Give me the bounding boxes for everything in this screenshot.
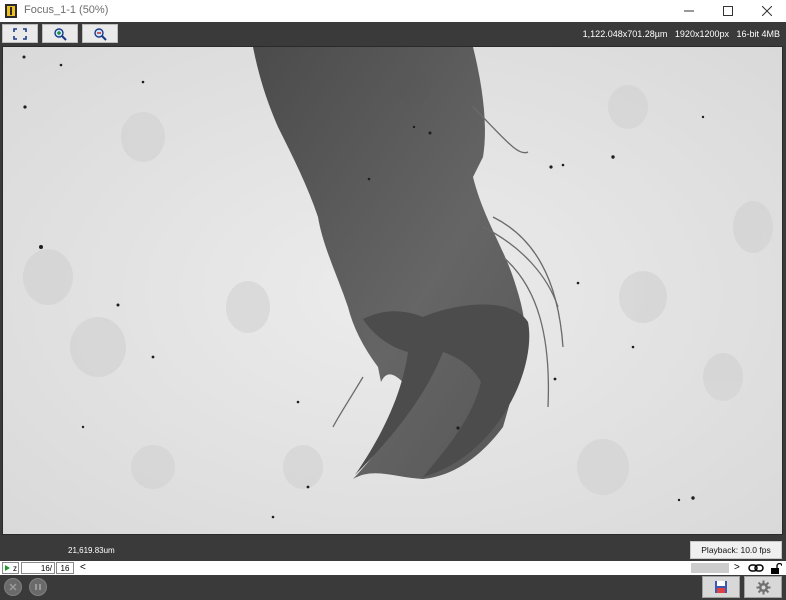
pause-icon: [35, 584, 41, 590]
fit-to-window-button[interactable]: [2, 24, 38, 43]
maximize-button[interactable]: [711, 0, 745, 22]
status-bar: 21,619.83um: [0, 536, 786, 562]
stop-button[interactable]: [4, 578, 22, 596]
app-icon: [5, 4, 17, 18]
title-bar: Focus_1-1 (50%): [0, 0, 786, 23]
link-button[interactable]: [747, 562, 765, 574]
settings-button[interactable]: [744, 576, 782, 598]
minimize-icon: [684, 10, 694, 12]
z-label: z: [13, 563, 17, 573]
unlock-icon: [770, 562, 782, 574]
z-play-button[interactable]: z: [2, 562, 19, 574]
settings-icon: [756, 580, 770, 594]
zoom-out-button[interactable]: [82, 24, 118, 43]
z-slider-left-arrow[interactable]: <: [80, 562, 86, 574]
image-info: 1,122.048x701.28µm 1920x1200px 16-bit 4M…: [582, 29, 780, 39]
scale-readout: 21,619.83um: [68, 546, 115, 555]
zoom-in-button[interactable]: [42, 24, 78, 43]
pause-button[interactable]: [29, 578, 47, 596]
minimize-button[interactable]: [672, 0, 706, 22]
playback-button[interactable]: Playback: 10.0 fps: [690, 541, 782, 559]
window-title: Focus_1-1 (50%): [24, 4, 109, 16]
close-circle-icon: [9, 583, 17, 591]
close-icon: [762, 6, 772, 16]
z-slider-right-arrow[interactable]: >: [734, 562, 740, 574]
z-total: 16: [56, 562, 74, 574]
z-current-input[interactable]: 16/: [21, 562, 55, 574]
play-icon: [5, 565, 10, 571]
close-button[interactable]: [750, 0, 784, 22]
microscope-image: [3, 47, 782, 534]
save-button[interactable]: [702, 576, 740, 598]
zoom-in-icon: [54, 27, 67, 41]
z-slider[interactable]: < >: [76, 562, 745, 574]
fit-to-window-icon: [13, 27, 27, 40]
z-stack-bar: z 16/ 16 < >: [0, 561, 786, 575]
unlock-button[interactable]: [767, 562, 784, 574]
maximize-icon: [723, 6, 733, 16]
z-slider-thumb[interactable]: [691, 563, 729, 573]
save-icon: [715, 581, 727, 593]
image-viewer[interactable]: [2, 46, 783, 535]
toolbar: 1,122.048x701.28µm 1920x1200px 16-bit 4M…: [0, 22, 786, 46]
link-icon: [748, 564, 764, 572]
zoom-out-icon: [94, 27, 107, 41]
bottom-bar: [0, 575, 786, 600]
